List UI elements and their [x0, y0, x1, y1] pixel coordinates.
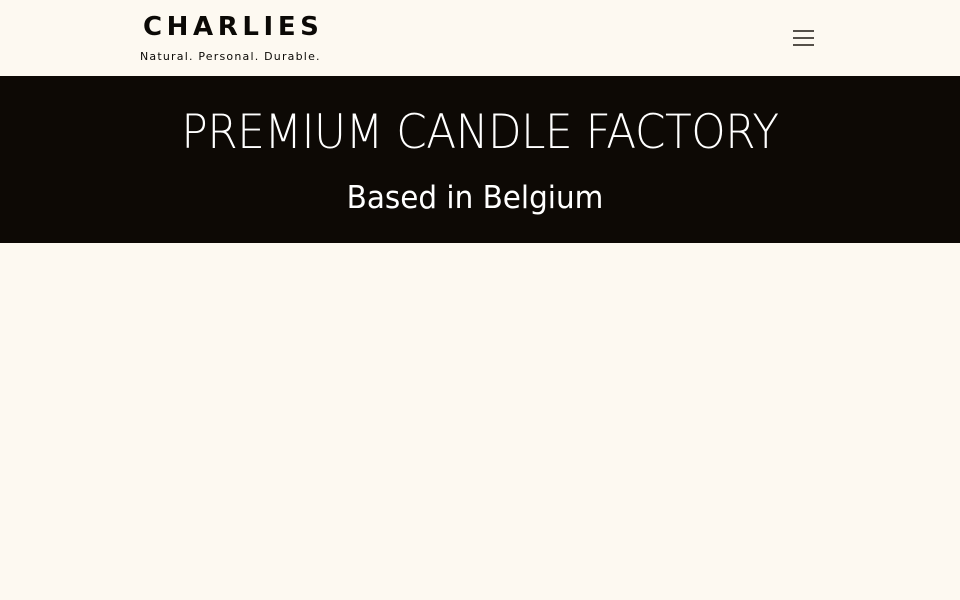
menu-bar-top	[793, 30, 814, 32]
hero-title: PREMIUM CANDLE FACTORY	[181, 105, 779, 160]
page: CHARLIES Natural. Personal. Durable. PRE…	[0, 0, 960, 600]
logo-tagline: Natural. Personal. Durable.	[140, 50, 321, 63]
hamburger-menu-icon[interactable]	[788, 24, 818, 54]
main-content	[0, 243, 960, 600]
site-header: CHARLIES Natural. Personal. Durable.	[0, 0, 960, 76]
menu-bar-bottom	[793, 44, 814, 46]
logo-link[interactable]: CHARLIES Natural. Personal. Durable.	[140, 8, 350, 68]
logo-name: CHARLIES	[143, 12, 324, 42]
menu-bar-middle	[793, 37, 814, 39]
hero-subtitle: Based in Belgium	[346, 180, 604, 216]
hero-banner: PREMIUM CANDLE FACTORY Based in Belgium	[0, 76, 960, 243]
